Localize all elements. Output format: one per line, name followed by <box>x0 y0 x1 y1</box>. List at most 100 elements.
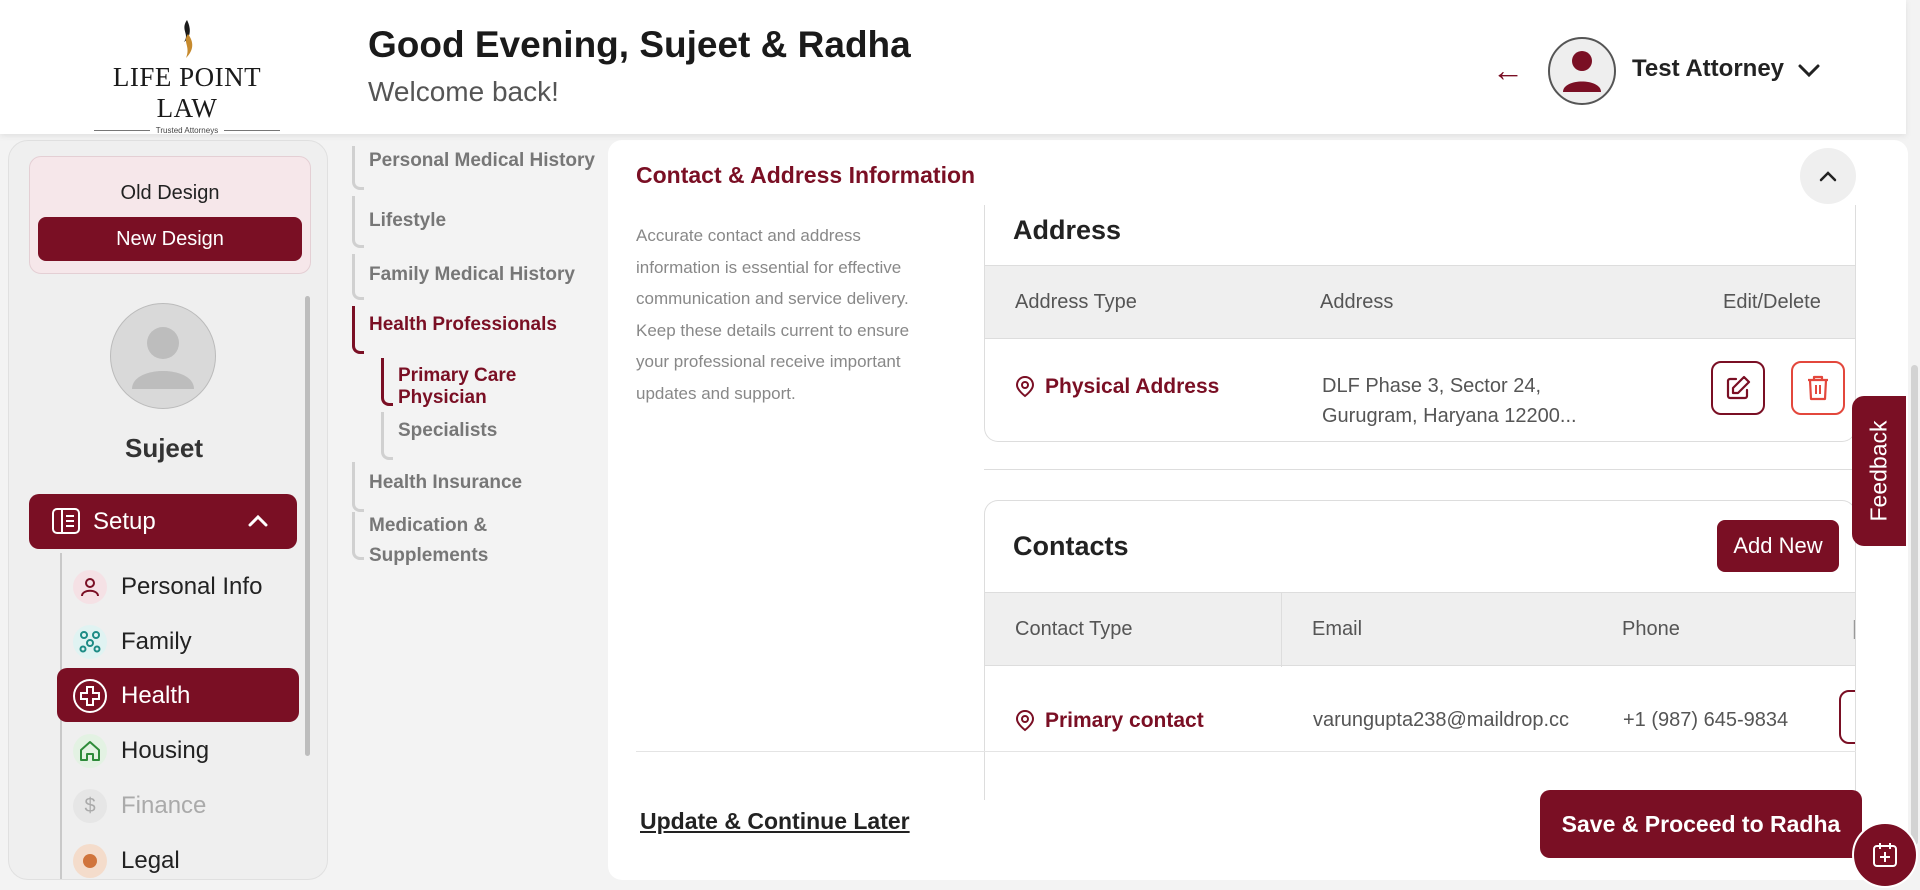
edit-address-button[interactable] <box>1711 361 1765 415</box>
profile-avatar <box>110 303 216 409</box>
sidebar-item-legal[interactable]: Legal <box>57 833 299 879</box>
profile-placeholder-icon <box>132 327 194 389</box>
subnav-medication-supplements-line2[interactable]: Supplements <box>369 545 488 567</box>
sidebar-item-housing[interactable]: Housing <box>57 723 299 777</box>
collapse-section-button[interactable] <box>1800 148 1856 204</box>
sidebar-item-personal-info[interactable]: Personal Info <box>57 559 299 613</box>
welcome-subtitle: Welcome back! <box>368 76 559 107</box>
subnav-health-insurance[interactable]: Health Insurance <box>369 472 522 494</box>
setup-book-icon <box>52 508 80 534</box>
subnav-connector <box>352 512 364 560</box>
contacts-title: Contacts <box>1013 531 1129 561</box>
add-new-contact-button[interactable]: Add New <box>1717 520 1839 572</box>
subnav-connector-active <box>352 306 364 354</box>
house-icon <box>73 734 107 768</box>
user-name[interactable]: Test Attorney <box>1632 55 1784 83</box>
floating-action-button[interactable] <box>1852 822 1918 888</box>
left-sidebar: Old Design New Design Sujeet Setup Perso… <box>8 140 328 880</box>
sidebar-item-label: Health <box>121 682 191 709</box>
subnav-lifestyle[interactable]: Lifestyle <box>369 210 446 232</box>
user-avatar-icon <box>1563 51 1601 92</box>
update-continue-later-link[interactable]: Update & Continue Later <box>640 808 910 835</box>
sidebar-item-label: Housing <box>121 737 210 764</box>
subnav-connector <box>381 412 393 460</box>
calendar-add-icon <box>1873 843 1897 867</box>
edit-contact-button[interactable] <box>1839 690 1855 744</box>
life-point-law-logo[interactable]: LIFE POINT LAW Trusted Attorneys <box>84 20 290 135</box>
subnav-connector <box>352 146 364 190</box>
logo-tagline: Trusted Attorneys <box>84 126 290 135</box>
column-header: Edit/Delete <box>1723 291 1821 313</box>
column-divider <box>1281 593 1282 667</box>
contact-type-label: Primary contact <box>1045 709 1204 732</box>
sidebar-item-label: Family <box>121 628 192 655</box>
column-header: Contact Type <box>1015 618 1133 640</box>
address-line2: Gurugram, Haryana 12200... <box>1322 405 1577 427</box>
subnav-connector <box>352 462 364 512</box>
address-title: Address <box>1013 215 1122 245</box>
edit-icon <box>1726 375 1751 400</box>
sidebar-item-label: Legal <box>121 847 180 874</box>
flame-logo-icon <box>184 20 193 58</box>
user-avatar[interactable] <box>1548 37 1616 105</box>
old-design-button[interactable]: Old Design <box>30 182 310 205</box>
chevron-up-icon <box>1819 171 1837 182</box>
chevron-down-icon[interactable] <box>1796 58 1822 82</box>
health-subnav: Personal Medical History Lifestyle Famil… <box>340 140 610 590</box>
logo-text: LIFE POINT LAW <box>112 62 262 123</box>
profile-name: Sujeet <box>124 433 204 463</box>
greeting-title: Good Evening, Sujeet & Radha <box>368 24 911 65</box>
subnav-medication-supplements[interactable]: Medication & <box>369 515 487 537</box>
sidebar-item-health[interactable]: Health <box>57 668 299 722</box>
column-header: Phone <box>1622 618 1680 640</box>
column-header-truncated: | <box>1852 618 1855 641</box>
subnav-specialists[interactable]: Specialists <box>398 420 497 442</box>
design-toggle: Old Design New Design <box>29 156 311 274</box>
delete-address-button[interactable] <box>1791 361 1845 415</box>
family-icon <box>73 625 107 659</box>
column-header: Address Type <box>1015 291 1137 313</box>
save-proceed-button[interactable]: Save & Proceed to Radha <box>1540 790 1862 858</box>
back-arrow-icon[interactable]: ← <box>1492 52 1526 92</box>
page-scrollbar-thumb[interactable] <box>1911 365 1918 845</box>
page-scrollbar[interactable] <box>1908 140 1920 890</box>
setup-label: Setup <box>93 508 156 535</box>
sidebar-item-label: Personal Info <box>121 573 263 600</box>
column-header: Address <box>1320 291 1394 313</box>
sidebar-item-finance[interactable]: $ Finance <box>57 778 299 832</box>
legal-icon <box>73 844 107 878</box>
new-design-button[interactable]: New Design <box>38 217 302 261</box>
subnav-connector <box>352 254 364 300</box>
sidebar-scrollbar[interactable] <box>305 296 310 756</box>
health-cross-icon <box>73 679 107 713</box>
dollar-icon: $ <box>73 789 107 823</box>
feedback-tab[interactable]: Feedback <box>1852 396 1906 546</box>
person-icon <box>73 570 107 604</box>
subnav-personal-medical-history[interactable]: Personal Medical History <box>369 150 595 172</box>
main-panel: Contact & Address Information Accurate c… <box>608 140 1908 880</box>
trash-icon <box>1808 375 1828 401</box>
feedback-label: Feedback <box>1865 420 1892 522</box>
location-pin-icon <box>1015 710 1035 732</box>
subnav-connector-active <box>381 358 393 406</box>
sidebar-item-label: Finance <box>121 792 207 819</box>
contact-phone: +1 (987) 645-9834 <box>1623 709 1789 731</box>
column-header: Email <box>1312 618 1363 640</box>
contact-email: varungupta238@maildrop.cc <box>1313 709 1570 731</box>
footer-divider <box>636 751 1856 752</box>
address-line1: DLF Phase 3, Sector 24, <box>1322 375 1542 397</box>
subnav-family-medical-history[interactable]: Family Medical History <box>369 264 575 286</box>
contacts-card: Contacts Add New Contact Type Email Phon… <box>984 500 1856 800</box>
section-title: Contact & Address Information <box>636 162 976 188</box>
address-table-header: Address Type Address Edit/Delete <box>985 265 1855 339</box>
setup-section-toggle[interactable]: Setup <box>29 494 297 549</box>
app-header: LIFE POINT LAW Trusted Attorneys Good Ev… <box>0 0 1906 135</box>
contacts-table-header: Contact Type Email Phone | <box>985 592 1855 667</box>
subnav-health-professionals[interactable]: Health Professionals <box>369 314 557 336</box>
sidebar-item-family[interactable]: Family <box>57 614 299 668</box>
address-type-cell: Physical Address <box>1015 375 1219 399</box>
subnav-primary-care-physician[interactable]: Primary Care Physician <box>398 365 610 409</box>
section-description: Accurate contact and address information… <box>636 226 910 403</box>
address-card: Address Address Type Address Edit/Delete… <box>984 205 1856 442</box>
location-pin-icon <box>1015 376 1035 398</box>
